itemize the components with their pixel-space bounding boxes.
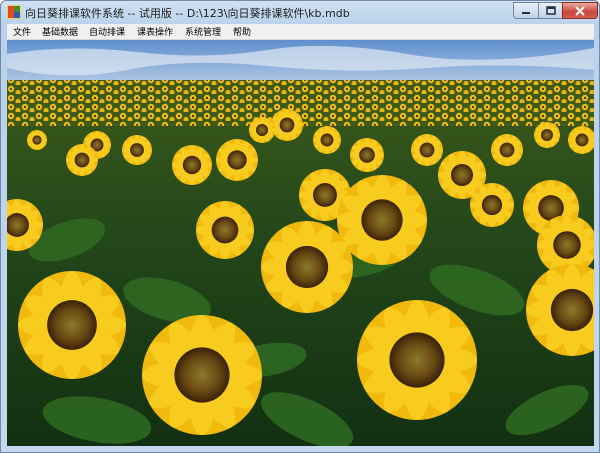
menu-system-admin[interactable]: 系统管理 xyxy=(185,25,221,38)
menu-bar: 文件 基础数据 自动排课 课表操作 系统管理 帮助 xyxy=(7,24,594,40)
menu-auto-schedule[interactable]: 自动排课 xyxy=(89,25,125,38)
title-bar[interactable]: 向日葵排课软件系统 -- 试用版 -- D:\123\向日葵排课软件\kb.md… xyxy=(1,1,599,23)
close-button[interactable] xyxy=(562,2,598,19)
window-title: 向日葵排课软件系统 -- 试用版 -- D:\123\向日葵排课软件\kb.md… xyxy=(25,7,350,20)
menu-help[interactable]: 帮助 xyxy=(233,25,251,38)
minimize-icon xyxy=(522,11,530,14)
sunflower-field-image xyxy=(7,40,594,446)
menu-timetable-ops[interactable]: 课表操作 xyxy=(137,25,173,38)
close-icon xyxy=(575,5,585,16)
sunflower-app-icon xyxy=(7,5,21,19)
app-window: 向日葵排课软件系统 -- 试用版 -- D:\123\向日葵排课软件\kb.md… xyxy=(0,0,600,453)
menu-basic-data[interactable]: 基础数据 xyxy=(42,25,78,38)
maximize-icon xyxy=(545,6,556,15)
minimize-button[interactable] xyxy=(513,2,539,19)
maximize-button[interactable] xyxy=(538,2,563,19)
menu-file[interactable]: 文件 xyxy=(13,25,31,38)
splash-image xyxy=(7,40,594,446)
